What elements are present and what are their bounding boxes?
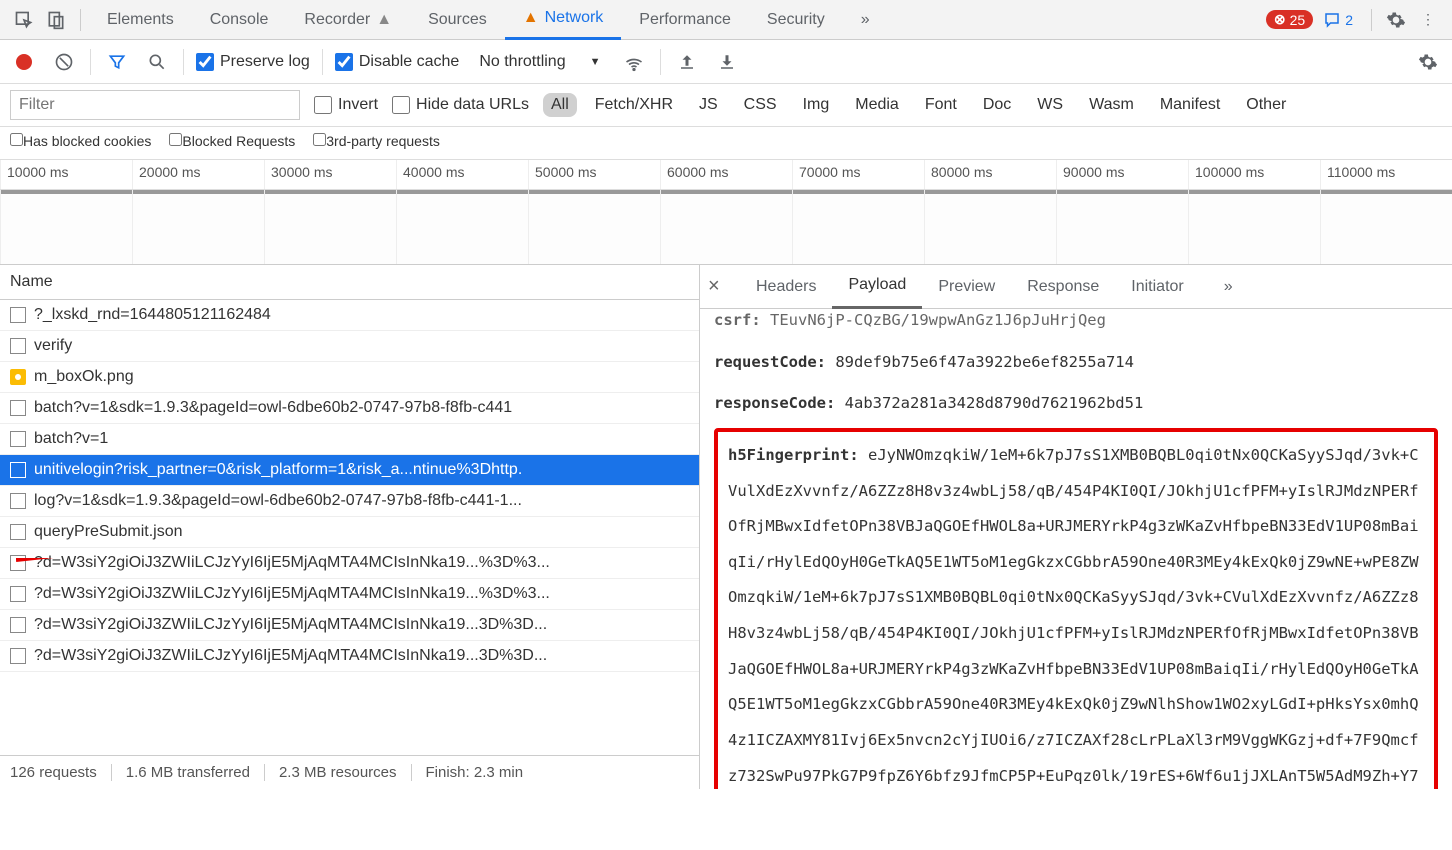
tab-security[interactable]: Security (749, 0, 843, 40)
request-row[interactable]: ?d=W3siY2giOiJ3ZWIiLCJzYyI6IjE5MjAqMTA4M… (0, 641, 699, 672)
filter-type-wasm[interactable]: Wasm (1081, 93, 1142, 117)
file-icon (10, 555, 26, 571)
filter-type-media[interactable]: Media (847, 93, 907, 117)
network-settings-icon[interactable] (1414, 48, 1442, 76)
request-row[interactable]: ?d=W3siY2giOiJ3ZWIiLCJzYyI6IjE5MjAqMTA4M… (0, 548, 699, 579)
request-row[interactable]: ?_lxskd_rnd=1644805121162484 (0, 300, 699, 331)
file-icon (10, 307, 26, 323)
request-row[interactable]: unitivelogin?risk_partner=0&risk_platfor… (0, 455, 699, 486)
footer-requests: 126 requests (10, 764, 112, 781)
preserve-log-checkbox[interactable]: Preserve log (196, 53, 310, 71)
filter-type-fetch-xhr[interactable]: Fetch/XHR (587, 93, 681, 117)
request-row[interactable]: batch?v=1 (0, 424, 699, 455)
inspect-icon[interactable] (8, 4, 40, 36)
filter-input[interactable] (10, 90, 300, 120)
network-toolbar: Preserve log Disable cache No throttling… (0, 40, 1452, 84)
file-icon (10, 431, 26, 447)
request-row[interactable]: m_boxOk.png (0, 362, 699, 393)
filter-type-img[interactable]: Img (795, 93, 838, 117)
image-file-icon (10, 369, 26, 385)
filter-type-ws[interactable]: WS (1029, 93, 1071, 117)
footer-resources: 2.3 MB resources (265, 764, 412, 781)
timeline-overview[interactable]: 10000 ms20000 ms30000 ms40000 ms50000 ms… (0, 160, 1452, 265)
filter-bar-row2: Has blocked cookies Blocked Requests 3rd… (0, 127, 1452, 160)
search-icon[interactable] (143, 48, 171, 76)
filter-type-js[interactable]: JS (691, 93, 726, 117)
detail-tab-response[interactable]: Response (1011, 265, 1115, 309)
request-row[interactable]: ?d=W3siY2giOiJ3ZWIiLCJzYyI6IjE5MjAqMTA4M… (0, 579, 699, 610)
tab-elements[interactable]: Elements (89, 0, 192, 40)
tab-recorder[interactable]: Recorder ▲ (286, 0, 410, 40)
record-button[interactable] (10, 48, 38, 76)
requests-list[interactable]: ?_lxskd_rnd=1644805121162484verifym_boxO… (0, 300, 699, 755)
divider (1371, 9, 1372, 31)
request-row[interactable]: queryPreSubmit.json (0, 517, 699, 548)
close-details-icon[interactable]: × (708, 275, 732, 298)
requests-footer: 126 requests 1.6 MB transferred 2.3 MB r… (0, 755, 699, 789)
tab-performance[interactable]: Performance (621, 0, 749, 40)
footer-transferred: 1.6 MB transferred (112, 764, 265, 781)
filter-type-manifest[interactable]: Manifest (1152, 93, 1228, 117)
filter-type-all[interactable]: All (543, 93, 577, 117)
detail-tab-preview[interactable]: Preview (922, 265, 1011, 309)
more-tabs-icon[interactable]: » (843, 0, 888, 40)
hide-data-urls-checkbox[interactable]: Hide data URLs (392, 96, 529, 114)
messages-badge[interactable]: 2 (1313, 11, 1363, 29)
file-icon (10, 338, 26, 354)
request-row[interactable]: log?v=1&sdk=1.9.3&pageId=owl-6dbe60b2-07… (0, 486, 699, 517)
highlighted-fingerprint: h5Fingerprint: eJyNWOmzqkiW/1eM+6k7pJ7sS… (714, 428, 1438, 789)
devtools-tab-bar: ElementsConsoleRecorder ▲Sources▲ Networ… (0, 0, 1452, 40)
tab-sources[interactable]: Sources (410, 0, 505, 40)
details-tab-bar: × HeadersPayloadPreviewResponseInitiator… (700, 265, 1452, 309)
filter-type-other[interactable]: Other (1238, 93, 1294, 117)
network-conditions-icon[interactable] (620, 48, 648, 76)
detail-tab-initiator[interactable]: Initiator (1115, 265, 1199, 309)
filter-type-css[interactable]: CSS (736, 93, 785, 117)
file-icon (10, 462, 26, 478)
third-party-checkbox[interactable]: 3rd-party requests (313, 133, 440, 149)
error-badge[interactable]: ⊗25 (1266, 10, 1313, 29)
detail-tab-headers[interactable]: Headers (740, 265, 832, 309)
requests-header[interactable]: Name (0, 265, 699, 300)
request-row[interactable]: batch?v=1&sdk=1.9.3&pageId=owl-6dbe60b2-… (0, 393, 699, 424)
filter-toggle-icon[interactable] (103, 48, 131, 76)
filter-bar: Invert Hide data URLs All Fetch/XHR JS CSS I… (0, 84, 1452, 127)
settings-icon[interactable] (1380, 4, 1412, 36)
file-icon (10, 493, 26, 509)
throttling-select[interactable]: No throttling▼ (471, 51, 608, 73)
footer-finish: Finish: 2.3 min (412, 764, 538, 781)
payload-body[interactable]: csrf: TEuvN6jP-CQzBG/19wpwAnGz1J6pJuHrjQ… (700, 309, 1452, 789)
device-toggle-icon[interactable] (40, 4, 72, 36)
kebab-menu-icon[interactable]: ⋮ (1412, 4, 1444, 36)
upload-har-icon[interactable] (673, 48, 701, 76)
has-blocked-cookies-checkbox[interactable]: Has blocked cookies (10, 133, 151, 149)
filter-type-font[interactable]: Font (917, 93, 965, 117)
blocked-requests-checkbox[interactable]: Blocked Requests (169, 133, 295, 149)
request-row[interactable]: ?d=W3siY2giOiJ3ZWIiLCJzYyI6IjE5MjAqMTA4M… (0, 610, 699, 641)
tab-network[interactable]: ▲ Network (505, 0, 622, 40)
requests-pane: Name ?_lxskd_rnd=1644805121162484verifym… (0, 265, 700, 789)
detail-tab-payload[interactable]: Payload (832, 265, 922, 309)
divider (80, 9, 81, 31)
clear-button[interactable] (50, 48, 78, 76)
tab-console[interactable]: Console (192, 0, 287, 40)
download-har-icon[interactable] (713, 48, 741, 76)
disable-cache-checkbox[interactable]: Disable cache (335, 53, 460, 71)
details-pane: × HeadersPayloadPreviewResponseInitiator… (700, 265, 1452, 789)
file-icon (10, 586, 26, 602)
invert-checkbox[interactable]: Invert (314, 96, 378, 114)
file-icon (10, 617, 26, 633)
more-detail-tabs-icon[interactable]: » (1208, 265, 1249, 309)
file-icon (10, 524, 26, 540)
filter-type-doc[interactable]: Doc (975, 93, 1019, 117)
file-icon (10, 400, 26, 416)
file-icon (10, 648, 26, 664)
request-row[interactable]: verify (0, 331, 699, 362)
